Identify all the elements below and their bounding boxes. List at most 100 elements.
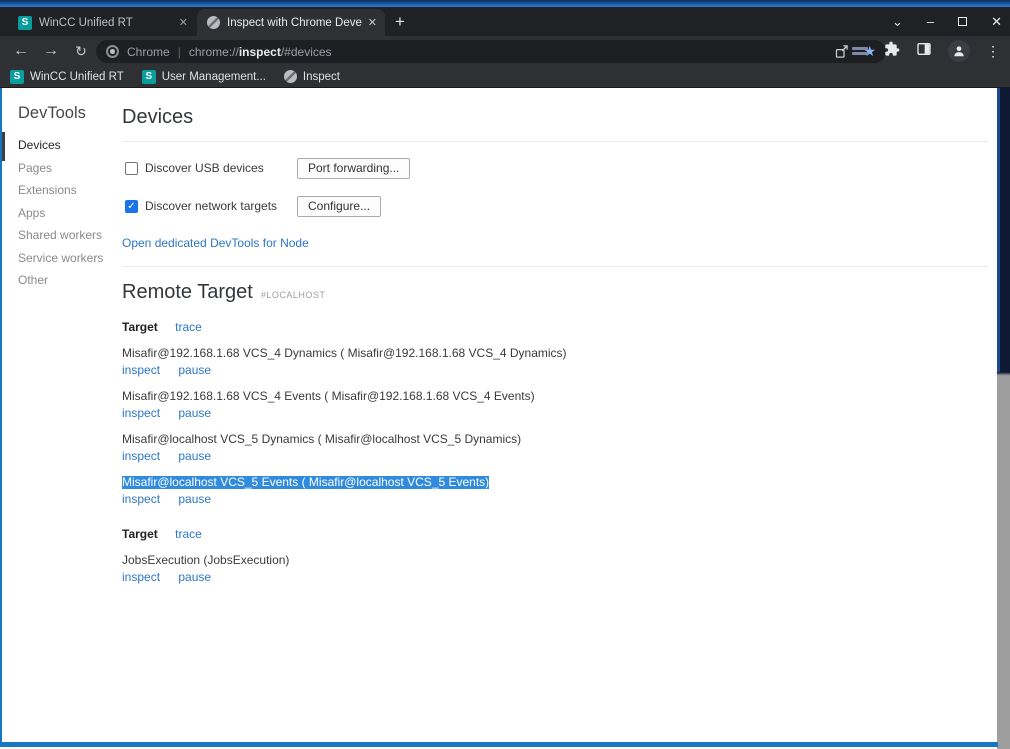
- bookmark-inspect[interactable]: Inspect: [284, 70, 340, 83]
- extensions-puzzle-icon[interactable]: [884, 41, 900, 62]
- right-edge-window-sliver: [997, 88, 1010, 749]
- devices-panel: Devices Discover USB devices Port forwar…: [122, 88, 988, 584]
- browser-toolbar: ← → ↻ Chrome | chrome://inspect/#devices…: [0, 36, 1010, 66]
- pause-link[interactable]: pause: [178, 492, 211, 506]
- port-forwarding-button[interactable]: Port forwarding...: [297, 158, 410, 179]
- configure-button[interactable]: Configure...: [297, 196, 381, 217]
- window-chevron-icon[interactable]: ⌄: [892, 15, 903, 28]
- site-engine-label: Chrome: [127, 45, 170, 59]
- bookmark-user-management[interactable]: S User Management...: [142, 70, 266, 84]
- target-actions: inspect pause: [122, 364, 988, 377]
- target-name: Misafir@localhost VCS_5 Dynamics ( Misaf…: [122, 433, 521, 446]
- inspect-link[interactable]: inspect: [122, 570, 160, 584]
- trace-link[interactable]: trace: [175, 320, 202, 334]
- target-entry: Misafir@localhost VCS_5 Dynamics ( Misaf…: [122, 433, 988, 463]
- window-close-icon[interactable]: ✕: [991, 15, 1002, 28]
- target-entry-selected: Misafir@localhost VCS_5 Events ( Misafir…: [122, 476, 988, 506]
- sidebar-item-service-workers[interactable]: Service workers: [2, 247, 122, 270]
- devtools-nav: Devices Pages Extensions Apps Shared wor…: [2, 134, 122, 292]
- sidebar-item-devices[interactable]: Devices: [2, 134, 122, 157]
- target-actions: inspect pause: [122, 450, 988, 463]
- target-group-label: Target: [122, 527, 158, 541]
- menu-dots-icon[interactable]: ⋮: [986, 43, 1000, 60]
- node-devtools-link[interactable]: Open dedicated DevTools for Node: [122, 236, 309, 250]
- pause-link[interactable]: pause: [178, 449, 211, 463]
- target-actions: inspect pause: [122, 571, 988, 584]
- right-edge-blue-line: [997, 88, 1000, 372]
- tab-title: WinCC Unified RT: [39, 17, 173, 29]
- address-bar[interactable]: Chrome | chrome://inspect/#devices ★: [96, 40, 886, 63]
- new-tab-button[interactable]: +: [390, 12, 410, 32]
- url-scheme: chrome://: [189, 45, 239, 59]
- target-entry: JobsExecution (JobsExecution) inspect pa…: [122, 554, 988, 584]
- bookmark-wincc-unified-rt[interactable]: S WinCC Unified RT: [10, 70, 124, 84]
- bookmark-label: User Management...: [162, 71, 266, 83]
- page-left-blue-border: [0, 88, 2, 747]
- remote-target-label: Remote Target: [122, 281, 253, 303]
- globe-favicon: [207, 16, 220, 29]
- siemens-favicon: S: [10, 70, 24, 84]
- share-icon[interactable]: [834, 44, 849, 59]
- target-group-header: Target trace: [122, 527, 988, 541]
- divider: [122, 141, 988, 142]
- siemens-favicon: S: [18, 16, 32, 30]
- pause-link[interactable]: pause: [178, 363, 211, 377]
- page-bottom-blue-border: [0, 742, 998, 747]
- bookmark-label: WinCC Unified RT: [30, 71, 124, 83]
- window-maximize-icon[interactable]: [958, 17, 967, 26]
- sidebar-item-shared-workers[interactable]: Shared workers: [2, 224, 122, 247]
- browser-titlebar: S WinCC Unified RT ✕ Inspect with Chrome…: [0, 7, 1010, 36]
- window-minimize-icon[interactable]: –: [927, 15, 934, 28]
- back-icon[interactable]: ←: [10, 40, 32, 62]
- screen-top-blue-strip: [0, 0, 1010, 7]
- tab-close-icon[interactable]: ✕: [368, 16, 377, 29]
- url-host: inspect: [239, 45, 281, 59]
- discover-network-label: Discover network targets: [145, 199, 277, 213]
- discover-usb-label: Discover USB devices: [145, 161, 264, 175]
- bookmarks-bar: S WinCC Unified RT S User Management... …: [0, 66, 1010, 88]
- bookmark-label: Inspect: [303, 71, 340, 83]
- target-name: JobsExecution (JobsExecution): [122, 554, 289, 567]
- target-name: Misafir@192.168.1.68 VCS_4 Events ( Misa…: [122, 390, 535, 403]
- globe-favicon: [284, 70, 297, 83]
- tab-close-icon[interactable]: ✕: [179, 16, 188, 29]
- inspect-link[interactable]: inspect: [122, 406, 160, 420]
- inspect-page: DevTools Devices Pages Extensions Apps S…: [2, 88, 997, 742]
- discover-usb-checkbox[interactable]: [125, 162, 138, 175]
- omnibox-divider: |: [178, 45, 181, 59]
- inspect-link[interactable]: inspect: [122, 492, 160, 506]
- profile-avatar[interactable]: [948, 40, 970, 62]
- target-group-label: Target: [122, 320, 158, 334]
- tab-title: Inspect with Chrome Developer T: [227, 17, 362, 29]
- sidebar-item-extensions[interactable]: Extensions: [2, 179, 122, 202]
- localhost-badge: #LOCALHOST: [261, 290, 326, 300]
- target-name: Misafir@192.168.1.68 VCS_4 Dynamics ( Mi…: [122, 347, 567, 360]
- discover-network-row: ✓ Discover network targets Configure...: [122, 196, 988, 216]
- pause-link[interactable]: pause: [178, 570, 211, 584]
- siemens-favicon: S: [142, 70, 156, 84]
- tab-wincc-unified-rt[interactable]: S WinCC Unified RT ✕: [8, 9, 196, 36]
- discover-usb-row: Discover USB devices Port forwarding...: [122, 158, 988, 178]
- divider: [122, 266, 988, 267]
- extension-icon[interactable]: [852, 44, 868, 58]
- discover-network-checkbox[interactable]: ✓: [125, 200, 138, 213]
- target-actions: inspect pause: [122, 407, 988, 420]
- chrome-logo-icon: [106, 45, 119, 58]
- remote-target-title: Remote Target #LOCALHOST: [122, 281, 988, 304]
- inspect-link[interactable]: inspect: [122, 363, 160, 377]
- reload-icon[interactable]: ↻: [70, 40, 92, 62]
- tab-inspect-devtools[interactable]: Inspect with Chrome Developer T ✕: [197, 9, 385, 36]
- sidebar-item-pages[interactable]: Pages: [2, 157, 122, 180]
- target-name-highlighted: Misafir@localhost VCS_5 Events ( Misafir…: [122, 476, 489, 489]
- target-entry: Misafir@192.168.1.68 VCS_4 Dynamics ( Mi…: [122, 347, 988, 377]
- inspect-link[interactable]: inspect: [122, 449, 160, 463]
- forward-icon[interactable]: →: [40, 40, 62, 62]
- target-entry: Misafir@192.168.1.68 VCS_4 Events ( Misa…: [122, 390, 988, 420]
- side-panel-icon[interactable]: [916, 41, 932, 62]
- pause-link[interactable]: pause: [178, 406, 211, 420]
- trace-link[interactable]: trace: [175, 527, 202, 541]
- sidebar-item-apps[interactable]: Apps: [2, 202, 122, 225]
- target-actions: inspect pause: [122, 493, 988, 506]
- target-group-header: Target trace: [122, 320, 988, 334]
- sidebar-item-other[interactable]: Other: [2, 269, 122, 292]
